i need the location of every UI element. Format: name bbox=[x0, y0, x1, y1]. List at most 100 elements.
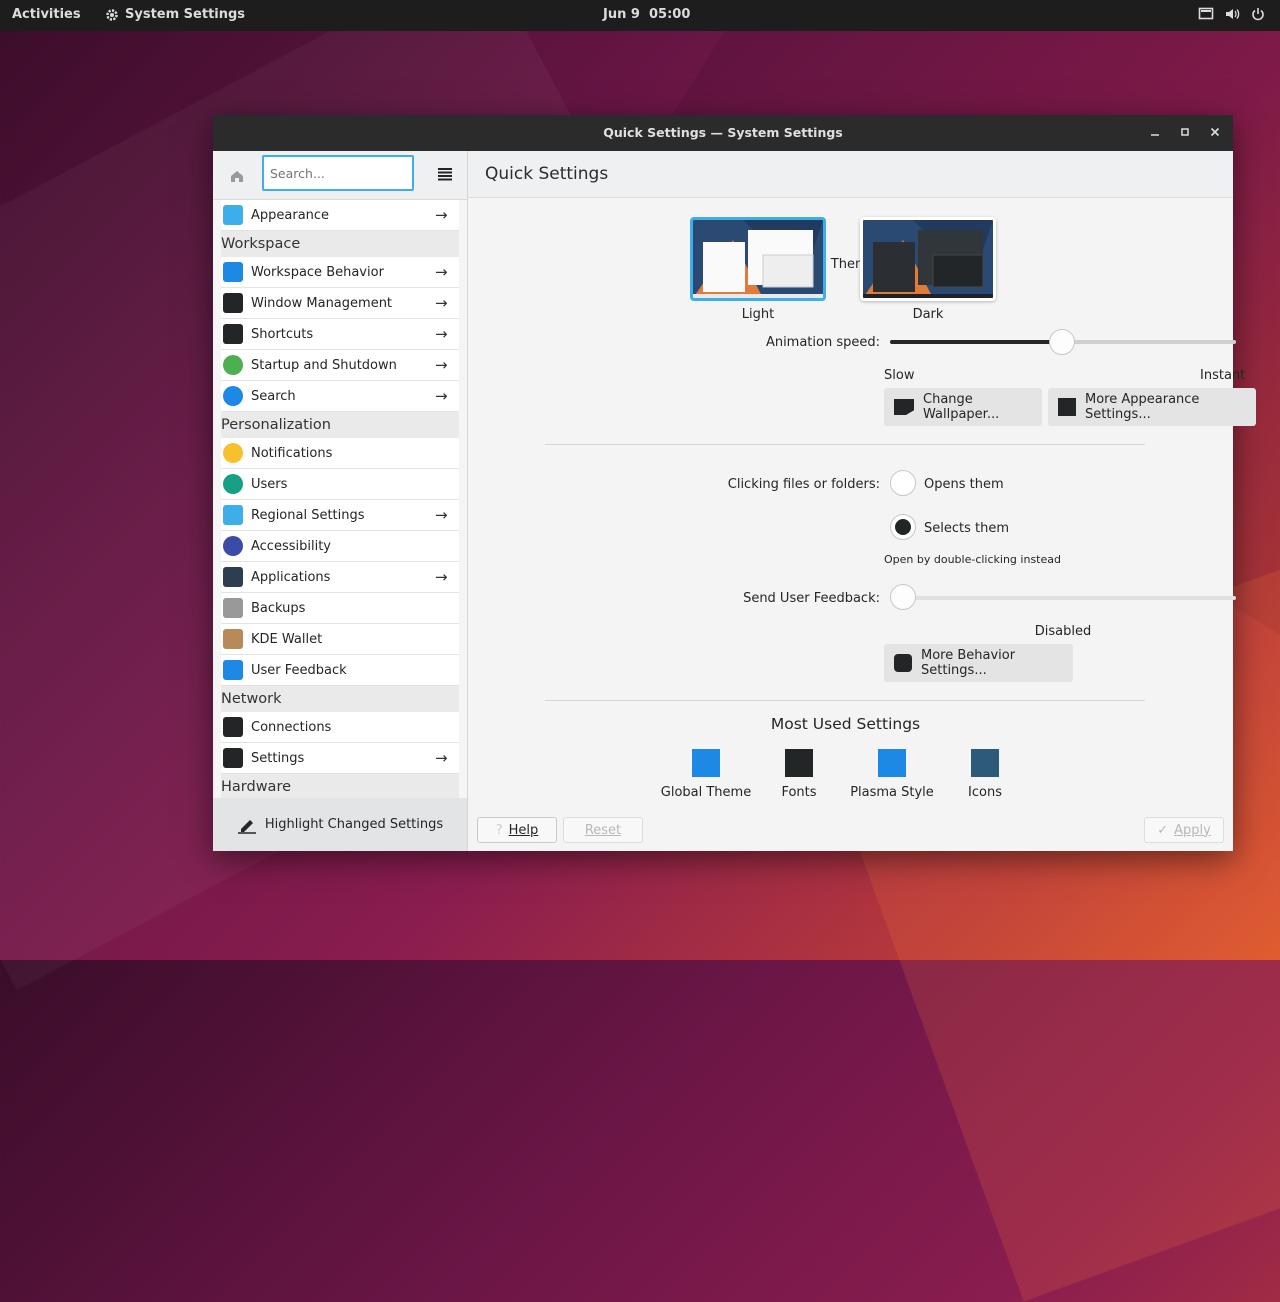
feedback-slider-handle[interactable] bbox=[890, 584, 916, 610]
opens-them-label[interactable]: Opens them bbox=[924, 477, 1004, 492]
sidebar-item-workspace-behavior[interactable]: Workspace Behavior → bbox=[221, 257, 459, 288]
sidebar-item-kde-wallet[interactable]: KDE Wallet bbox=[221, 624, 459, 655]
sidebar-category: Hardware bbox=[221, 774, 459, 800]
maximize-button[interactable] bbox=[1177, 124, 1193, 140]
theme-dark-thumbnail[interactable] bbox=[860, 217, 996, 301]
sidebar-item-backups[interactable]: Backups bbox=[221, 593, 459, 624]
app-menu[interactable]: System Settings bbox=[105, 7, 245, 22]
help-button[interactable]: ? Help bbox=[477, 817, 557, 843]
sidebar-item-window-management[interactable]: Window Management → bbox=[221, 288, 459, 319]
sidebar-item-label: Appearance bbox=[251, 207, 330, 223]
sidebar-item-users[interactable]: Users bbox=[221, 469, 459, 500]
sidebar-toolbar bbox=[213, 151, 467, 200]
sidebar-item-label: Backups bbox=[251, 600, 306, 616]
search-icon bbox=[223, 386, 243, 406]
sidebar-item-search[interactable]: Search → bbox=[221, 381, 459, 412]
most-used-item-fonts[interactable]: Fonts bbox=[749, 749, 849, 800]
most-used-item-icons[interactable]: Icons bbox=[935, 749, 1035, 800]
sidebar-item-label: Notifications bbox=[251, 445, 333, 461]
most-used-item-global-theme[interactable]: Global Theme bbox=[656, 749, 756, 800]
arrow-right-icon: → bbox=[435, 506, 448, 524]
selects-them-radio[interactable] bbox=[890, 514, 916, 540]
highlight-changed-button[interactable]: Highlight Changed Settings bbox=[213, 798, 467, 851]
sidebar-item-startup-and-shutdown[interactable]: Startup and Shutdown → bbox=[221, 350, 459, 381]
volume-icon[interactable] bbox=[1224, 6, 1240, 22]
connections-icon bbox=[223, 717, 243, 737]
sidebar-item-settings[interactable]: Settings → bbox=[221, 743, 459, 774]
more-appearance-button[interactable]: More Appearance Settings... bbox=[1048, 388, 1256, 426]
search-input[interactable] bbox=[262, 155, 414, 191]
sidebar-item-label: Workspace Behavior bbox=[251, 264, 384, 280]
sidebar-category-label: Personalization bbox=[221, 417, 331, 433]
light-theme-preview-icon bbox=[693, 220, 823, 298]
more-appearance-label: More Appearance Settings... bbox=[1085, 392, 1200, 422]
page-title: Quick Settings bbox=[485, 164, 609, 184]
more-behavior-button[interactable]: More Behavior Settings... bbox=[884, 644, 1073, 682]
sidebar-item-accessibility[interactable]: Accessibility bbox=[221, 531, 459, 562]
user-icon bbox=[223, 474, 243, 494]
animation-speed-label: Animation speed: bbox=[765, 335, 880, 350]
sidebar-item-appearance[interactable]: Appearance → bbox=[221, 200, 459, 231]
system-tray[interactable] bbox=[1198, 6, 1266, 22]
apply-button[interactable]: ✓ Apply bbox=[1144, 817, 1224, 843]
reset-button[interactable]: Reset bbox=[563, 817, 643, 843]
arrow-right-icon: → bbox=[435, 263, 448, 281]
arrow-right-icon: → bbox=[435, 356, 448, 374]
window-icon bbox=[223, 293, 243, 313]
minimize-icon bbox=[1151, 134, 1159, 136]
rocket-icon bbox=[223, 355, 243, 375]
arrow-right-icon: → bbox=[435, 325, 448, 343]
sidebar-item-label: User Feedback bbox=[251, 662, 347, 678]
hamburger-menu-button[interactable] bbox=[434, 163, 456, 185]
sidebar-item-label: Startup and Shutdown bbox=[251, 357, 397, 373]
clock[interactable]: Jun 9 05:00 bbox=[603, 7, 690, 22]
sidebar-item-connections[interactable]: Connections bbox=[221, 712, 459, 743]
top-bar: Activities System Settings Jun 9 05:00 bbox=[0, 0, 1280, 31]
language-icon bbox=[223, 505, 243, 525]
arrow-right-icon: → bbox=[435, 206, 448, 224]
clock-time: 05:00 bbox=[648, 7, 691, 22]
arrow-right-icon: → bbox=[435, 387, 448, 405]
sidebar-item-shortcuts[interactable]: Shortcuts → bbox=[221, 319, 459, 350]
icons-icon bbox=[971, 749, 999, 777]
change-wallpaper-button[interactable]: Change Wallpaper... bbox=[884, 388, 1042, 426]
screen-icon[interactable] bbox=[1198, 6, 1214, 22]
most-used-item-plasma-style[interactable]: Plasma Style bbox=[842, 749, 942, 800]
divider bbox=[545, 700, 1145, 701]
power-icon[interactable] bbox=[1250, 6, 1266, 22]
sidebar-category: Network bbox=[221, 686, 459, 712]
home-button[interactable] bbox=[224, 163, 250, 189]
animation-slider-handle[interactable] bbox=[1049, 329, 1075, 355]
arrow-right-icon: → bbox=[435, 749, 448, 767]
close-button[interactable] bbox=[1207, 124, 1223, 140]
minimize-button[interactable] bbox=[1147, 124, 1163, 140]
home-icon bbox=[231, 171, 243, 182]
theme-light-thumbnail[interactable] bbox=[690, 217, 826, 301]
feedback-label: Send User Feedback: bbox=[743, 591, 880, 606]
sidebar-item-user-feedback[interactable]: User Feedback bbox=[221, 655, 459, 686]
highlighter-icon bbox=[237, 819, 256, 834]
sidebar-item-applications[interactable]: Applications → bbox=[221, 562, 459, 593]
sidebar-item-label: Settings bbox=[251, 750, 305, 766]
plasma-style-icon bbox=[878, 749, 906, 777]
sidebar: Appearance→WorkspaceWorkspace Behavior→W… bbox=[213, 151, 468, 851]
sidebar-item-label: Shortcuts bbox=[251, 326, 314, 342]
reset-label: Reset bbox=[584, 822, 622, 838]
sidebar-item-regional-settings[interactable]: Regional Settings → bbox=[221, 500, 459, 531]
selects-them-label[interactable]: Selects them bbox=[924, 521, 1009, 536]
apply-icon: ✓ bbox=[1157, 822, 1169, 838]
sidebar-item-label: Regional Settings bbox=[251, 507, 365, 523]
opens-them-radio[interactable] bbox=[890, 470, 916, 496]
sidebar-list: Appearance → Workspace Workspace Behavior → W… bbox=[213, 200, 467, 800]
sidebar-category-label: Workspace bbox=[221, 236, 301, 252]
sidebar-item-notifications[interactable]: Notifications bbox=[221, 438, 459, 469]
appearance-icon bbox=[1058, 398, 1076, 416]
more-behavior-label: More Behavior Settings... bbox=[921, 648, 1016, 678]
sidebar-category: Workspace bbox=[221, 231, 459, 257]
activities-button[interactable]: Activities bbox=[12, 7, 81, 22]
sidebar-item-label: Search bbox=[251, 388, 296, 404]
window-titlebar[interactable]: Quick Settings — System Settings bbox=[213, 115, 1233, 151]
keyboard-icon bbox=[223, 324, 243, 344]
help-label: Help bbox=[508, 822, 539, 838]
highlight-changed-label: Highlight Changed Settings bbox=[264, 817, 444, 832]
